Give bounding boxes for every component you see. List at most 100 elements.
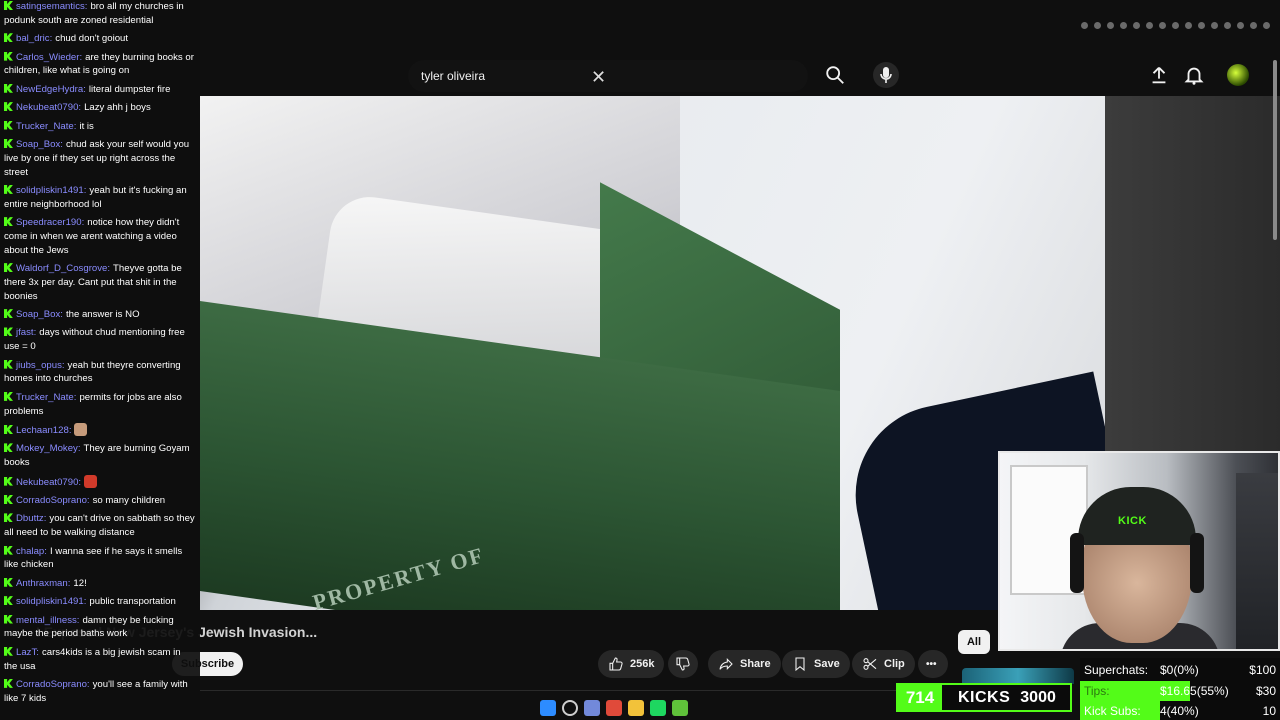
video-player[interactable]: PROPERTY OF [200, 96, 1105, 610]
chat-username[interactable]: mental_illness: [16, 615, 79, 626]
chat-message: CorradoSoprano: so many children [4, 494, 196, 508]
streamer-webcam: KICK [998, 451, 1280, 651]
chat-message: Nekubeat0790: Lazy ahh j boys [4, 101, 196, 115]
kick-badge-icon [4, 327, 13, 337]
chat-username[interactable]: Mokey_Mokey: [16, 443, 81, 454]
thumbs-up-icon [609, 657, 623, 671]
chat-username[interactable]: solidpliskin1491: [16, 185, 86, 196]
notifications-bell-icon[interactable] [1183, 64, 1205, 86]
chat-username[interactable]: Dbuttz: [16, 513, 46, 524]
chat-overlay: satingsemantics: bro all my churches in p… [0, 0, 200, 720]
kick-badge-icon [4, 513, 13, 523]
discord-icon[interactable] [584, 700, 600, 716]
save-button[interactable]: Save [782, 650, 850, 678]
chat-text: literal dumpster fire [88, 83, 171, 95]
search-box[interactable]: tyler oliveira [408, 60, 808, 92]
goal-row: Superchats: $0(0%) $100 [1080, 660, 1280, 680]
chat-username[interactable]: satingsemantics: [16, 1, 87, 12]
like-button[interactable]: 256k [598, 650, 665, 678]
chat-username[interactable]: jiubs_opus: [16, 360, 65, 371]
chat-username[interactable]: solidpliskin1491: [16, 596, 86, 607]
more-actions-button[interactable]: ••• [918, 650, 948, 678]
file-explorer-icon[interactable] [628, 700, 644, 716]
chat-username[interactable]: Lechaan128: [16, 425, 71, 436]
kick-badge-icon [4, 217, 13, 227]
chat-message: bal_dric: chud don't goiout [4, 32, 196, 46]
kick-badge-icon [4, 495, 13, 504]
goal-row: Kick Subs: 4(40%) 10 [1080, 701, 1280, 720]
chat-message: Mokey_Mokey: They are burning Goyam books [4, 442, 196, 470]
chat-message: satingsemantics: bro all my churches in p… [4, 0, 196, 28]
scissors-icon [863, 658, 877, 670]
chat-username[interactable]: CorradoSoprano: [16, 495, 90, 506]
chip-all[interactable]: All [958, 630, 990, 654]
chat-message: Soap_Box: chud ask your self would you li… [4, 138, 196, 179]
chat-username[interactable]: Waldorf_D_Cosgrove: [16, 263, 110, 274]
kick-badge-icon [4, 359, 13, 369]
chat-message: Trucker_Nate: it is [4, 120, 196, 134]
save-label: Save [814, 658, 840, 670]
headset-right [1190, 533, 1204, 593]
chat-username[interactable]: bal_dric: [16, 33, 52, 44]
chat-username[interactable]: Nekubeat0790: [16, 477, 81, 488]
chat-username[interactable]: Trucker_Nate: [16, 392, 76, 403]
chat-text: public transportation [89, 596, 176, 608]
chat-username[interactable]: Carlos_Wieder: [16, 52, 82, 63]
kick-badge-icon [4, 138, 13, 148]
chat-text: chud don't goiout [55, 33, 129, 45]
share-button[interactable]: Share [708, 650, 781, 678]
kick-badge-icon [4, 263, 13, 273]
chat-message: Dbuttz: you can't drive on sabbath so the… [4, 512, 196, 540]
chat-username[interactable]: jfast: [16, 327, 36, 338]
chrome-icon[interactable] [606, 700, 622, 716]
more-actions-icon: ••• [926, 658, 937, 670]
chat-text: it is [79, 120, 94, 132]
goal-label: Tips: [1084, 683, 1110, 698]
chat-username[interactable]: Soap_Box: [16, 139, 63, 150]
windows-start-icon[interactable] [540, 700, 556, 716]
chat-username[interactable]: chalap: [16, 546, 47, 557]
share-icon [719, 658, 733, 670]
spotify-icon[interactable] [650, 700, 666, 716]
account-avatar[interactable] [1227, 64, 1249, 86]
upload-icon[interactable] [1148, 64, 1170, 86]
search-input[interactable]: tyler oliveira [421, 69, 485, 83]
chat-text: Lazy ahh j boys [84, 102, 151, 114]
clip-button[interactable]: Clip [852, 650, 915, 678]
search-icon[interactable] [824, 64, 846, 86]
chat-message: NewEdgeHydra: literal dumpster fire [4, 83, 196, 97]
goal-target: $100 [1249, 663, 1276, 677]
kick-badge-icon [4, 476, 13, 486]
kick-badge-icon [4, 425, 13, 435]
chat-username[interactable]: Nekubeat0790: [16, 102, 81, 113]
kick-badge-icon [4, 309, 13, 319]
chat-username[interactable]: Speedracer190: [16, 217, 84, 228]
goal-value: 4(40%) [1160, 704, 1199, 718]
kick-badge-icon [4, 614, 13, 624]
microphone-icon[interactable] [873, 62, 899, 88]
chat-username[interactable]: CorradoSoprano: [16, 679, 90, 690]
kick-badge-icon [4, 443, 13, 453]
clear-search-icon[interactable]: ✕ [591, 67, 606, 88]
goal-value: $16.65(55%) [1160, 683, 1229, 698]
chat-message: Soap_Box: the answer is NO [4, 308, 196, 322]
chat-username[interactable]: NewEdgeHydra: [16, 84, 86, 95]
kick-badge-icon [4, 33, 13, 43]
chat-username[interactable]: Trucker_Nate: [16, 121, 76, 132]
kick-badge-icon [4, 1, 13, 10]
kicks-counter: 714 KICKS 3000 [896, 683, 1072, 712]
chat-username[interactable]: LazT: [16, 647, 39, 658]
chat-text: 12! [73, 577, 87, 589]
chat-message: solidpliskin1491: yeah but it's fucking a… [4, 184, 196, 212]
kick-badge-icon [4, 184, 13, 194]
page-scrollbar[interactable] [1273, 60, 1277, 240]
dislike-button[interactable] [668, 650, 698, 678]
browser-extension-icons[interactable] [1081, 22, 1270, 29]
xbox-icon[interactable] [672, 700, 688, 716]
kick-badge-icon [4, 577, 13, 587]
kick-badge-icon [4, 120, 13, 130]
search-icon[interactable] [562, 700, 578, 716]
chat-text: so many children [92, 495, 166, 506]
chat-username[interactable]: Soap_Box: [16, 309, 63, 320]
chat-username[interactable]: Anthraxman: [16, 578, 70, 589]
